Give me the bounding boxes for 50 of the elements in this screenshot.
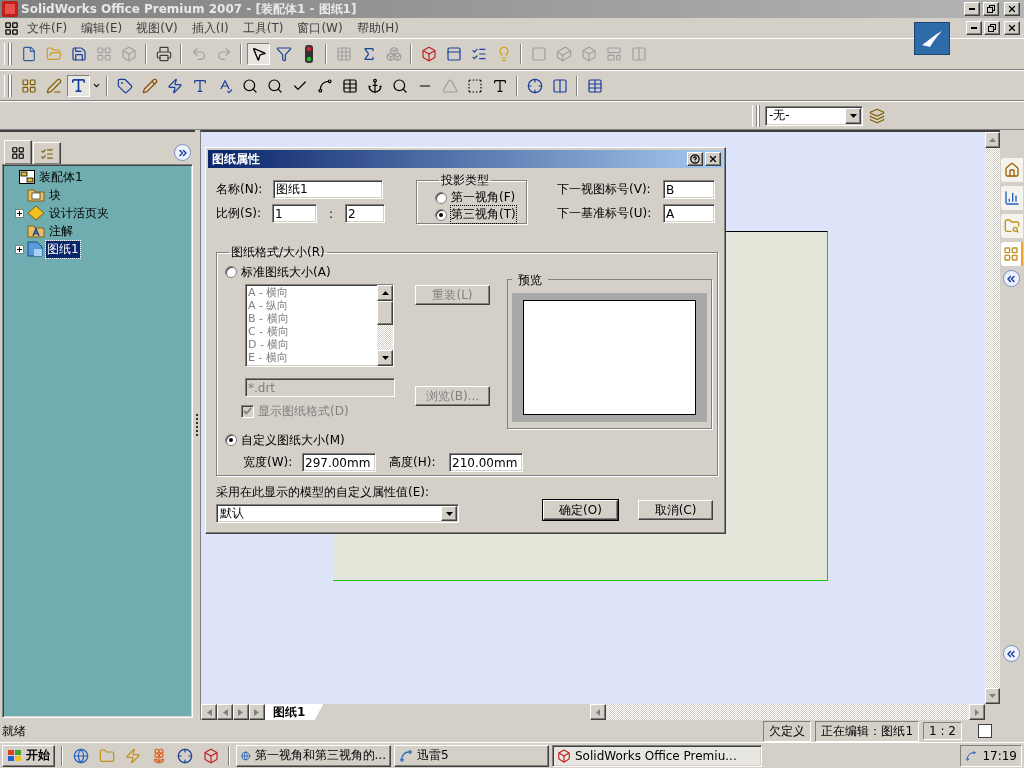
radio-label[interactable]: 第三视角(T) <box>451 206 516 223</box>
menu-item[interactable]: 编辑(E) <box>75 19 129 37</box>
menu-item[interactable]: 视图(V) <box>130 19 184 37</box>
scale-separator: : <box>329 206 334 221</box>
tree-item[interactable]: 注解 <box>48 222 74 240</box>
taskbar-button[interactable]: 迅雷5 <box>394 744 549 767</box>
height-field[interactable]: 210.00mm <box>449 453 523 472</box>
property-dropdown[interactable]: 默认 <box>216 504 459 523</box>
width-field[interactable]: 297.00mm <box>302 453 376 472</box>
ok-button[interactable]: 确定(O) <box>543 500 618 520</box>
view-label-field[interactable]: B <box>663 180 715 199</box>
window-title: SolidWorks Office Premium 2007 - [装配体1 - 图纸1] <box>21 0 358 18</box>
clock: 17:19 <box>982 748 1017 763</box>
dialog-title: 图纸属性 <box>212 150 261 168</box>
field-label: 下一视图标号(V): <box>557 181 652 198</box>
field-label: 下一基准标号(U): <box>557 205 653 222</box>
menu-item[interactable]: 文件(F) <box>21 19 74 37</box>
field-label: 采用在此显示的模型的自定义属性值(E): <box>216 484 430 501</box>
group-title: 投影类型 <box>440 172 490 189</box>
menu-item[interactable]: 帮助(H) <box>350 19 406 37</box>
group-title: 预览 <box>512 272 548 289</box>
menu-item[interactable]: 工具(T) <box>236 19 290 37</box>
field-label: 高度(H): <box>389 454 437 471</box>
cancel-button[interactable]: 取消(C) <box>638 500 713 520</box>
taskbar-button[interactable]: 第一视角和第三视角的... <box>236 744 391 767</box>
radio-label[interactable]: 自定义图纸大小(M) <box>241 431 345 449</box>
status-state: 欠定义 <box>763 720 812 742</box>
group-title: 图纸格式/大小(R) <box>230 244 326 261</box>
field-label: 宽度(W): <box>243 454 294 471</box>
field-label: 名称(N): <box>216 181 264 198</box>
status-message: 就绪 <box>2 722 27 740</box>
radio-label[interactable]: 第一视角(F) <box>451 189 516 206</box>
field-label: 比例(S): <box>216 205 263 222</box>
name-field[interactable]: 图纸1 <box>273 180 383 199</box>
datum-label-field[interactable]: A <box>663 204 715 223</box>
menu-item[interactable]: 插入(I) <box>185 19 235 37</box>
taskbar-button[interactable]: SolidWorks Office Premiu... <box>552 744 762 767</box>
sheet-tab[interactable]: 图纸1 <box>265 704 324 720</box>
menu-item[interactable]: 窗口(W) <box>291 19 349 37</box>
start-button[interactable]: 开始 <box>2 744 55 767</box>
scale-field[interactable]: 1 <box>272 204 317 223</box>
tree-item[interactable]: 块 <box>48 186 62 204</box>
tree-item[interactable]: 装配体1 <box>38 168 84 186</box>
scale-field[interactable]: 2 <box>345 204 386 223</box>
layer-dropdown[interactable]: -无- <box>765 105 863 126</box>
tree-item[interactable]: 图纸1 <box>46 240 80 258</box>
tree-item[interactable]: 设计活页夹 <box>48 204 110 222</box>
radio-label[interactable]: 标准图纸大小(A) <box>241 263 331 281</box>
status-scale: 1 : 2 <box>923 722 962 740</box>
status-editing: 正在编辑：图纸1 <box>815 720 920 742</box>
